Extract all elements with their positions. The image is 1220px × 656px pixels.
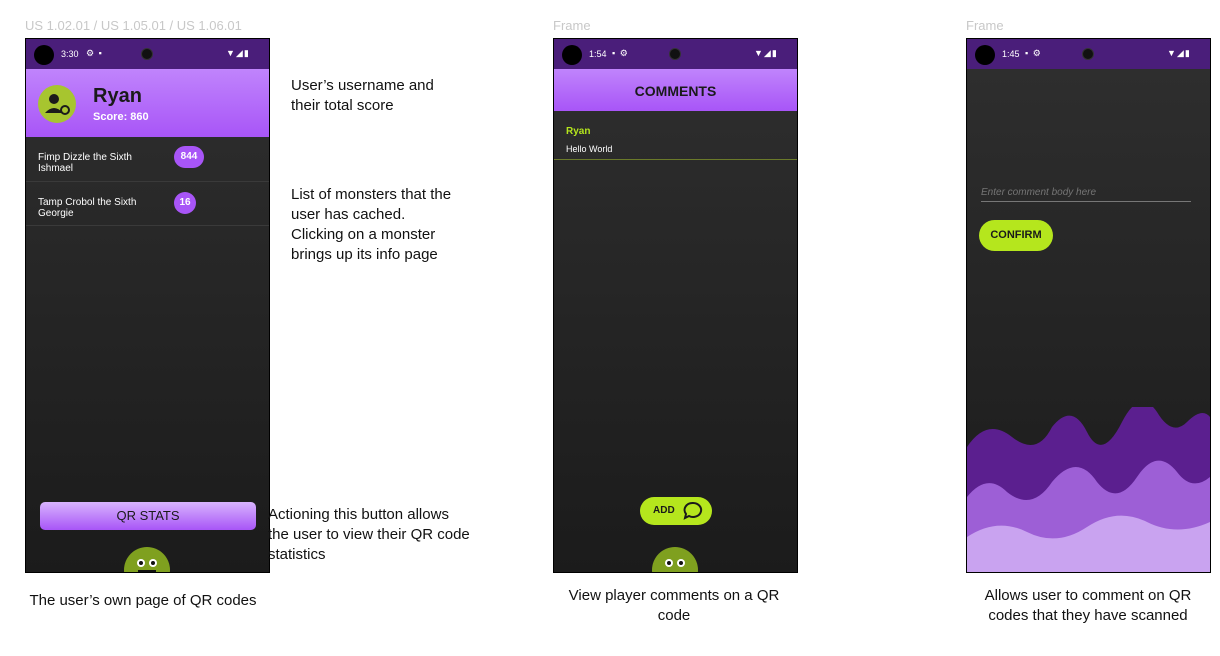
comment-body-input[interactable] bbox=[981, 183, 1191, 202]
annotation-line: user has cached. bbox=[291, 206, 406, 223]
comment-body: Hello World bbox=[566, 144, 613, 154]
status-bar: 3:30 ⚙ ▪ ▼◢▮ bbox=[26, 39, 269, 69]
profile-header: Ryan Score: 860 bbox=[26, 69, 269, 137]
wifi-signal-battery-icon: ▼◢▮ bbox=[226, 48, 250, 58]
monster-score-badge: 16 bbox=[174, 192, 196, 214]
add-label: ADD bbox=[653, 505, 675, 516]
annotation-line: Clicking on a monster bbox=[291, 226, 436, 243]
monster-owner: Georgie bbox=[38, 208, 74, 219]
annotation-line: List of monsters that the bbox=[291, 186, 452, 203]
front-camera bbox=[1082, 48, 1094, 60]
frame-label-1: US 1.02.01 / US 1.05.01 / US 1.06.01 bbox=[25, 18, 242, 33]
camera-cutout bbox=[975, 45, 995, 65]
status-icons-left: ⚙ ▪ bbox=[86, 48, 103, 58]
status-icons-left: ▪ ⚙ bbox=[612, 48, 629, 58]
front-camera bbox=[669, 48, 681, 60]
wifi-signal-battery-icon: ▼◢▮ bbox=[754, 48, 778, 58]
caption-line: Allows user to comment on QR bbox=[984, 587, 1192, 604]
caption-line: code bbox=[657, 607, 691, 624]
annotation-qr-stats: Actioning this button allows the user to… bbox=[268, 505, 470, 565]
status-time: 1:45 bbox=[1002, 49, 1020, 59]
caption-line: View player comments on a QR bbox=[568, 587, 780, 604]
user-settings-icon[interactable] bbox=[38, 85, 76, 123]
comments-screen: 1:54 ▪ ⚙ ▼◢▮ COMMENTS Ryan Hello World A… bbox=[553, 38, 798, 573]
list-item-monster[interactable]: Tamp Crobol the Sixth Georgie 16 bbox=[26, 181, 269, 226]
purple-waves-decoration bbox=[967, 407, 1210, 572]
annotation-line: brings up its info page bbox=[291, 246, 438, 263]
front-camera bbox=[141, 48, 153, 60]
annotation-line: statistics bbox=[268, 546, 326, 563]
caption-comments: View player comments on a QR code bbox=[545, 586, 803, 626]
status-time: 3:30 bbox=[61, 49, 79, 59]
monster-name: Tamp Crobol the Sixth bbox=[38, 197, 137, 208]
annotation-monster-list: List of monsters that the user has cache… bbox=[291, 185, 451, 265]
frame-label-3: Frame bbox=[966, 18, 1004, 33]
status-bar: 1:54 ▪ ⚙ ▼◢▮ bbox=[554, 39, 797, 69]
list-item-monster[interactable]: Fimp Dizzle the Sixth Ishmael 844 bbox=[26, 137, 269, 182]
username: Ryan bbox=[93, 85, 142, 107]
comment-item: Ryan Hello World bbox=[554, 119, 797, 160]
add-comment-screen: 1:45 ▪ ⚙ ▼◢▮ CONFIRM bbox=[966, 38, 1211, 573]
chat-bubble-icon bbox=[683, 501, 703, 520]
wifi-signal-battery-icon: ▼◢▮ bbox=[1167, 48, 1191, 58]
annotation-username: User’s username and their total score bbox=[291, 76, 434, 116]
profile-screen: 3:30 ⚙ ▪ ▼◢▮ Ryan Score: 860 Fimp Dizzle… bbox=[25, 38, 270, 573]
monster-mascot-icon[interactable] bbox=[652, 547, 698, 572]
add-comment-button[interactable]: ADD bbox=[640, 497, 712, 525]
annotation-line: their total score bbox=[291, 97, 394, 114]
monster-score-badge: 844 bbox=[174, 146, 204, 168]
status-bar: 1:45 ▪ ⚙ ▼◢▮ bbox=[967, 39, 1210, 69]
caption-add-comment: Allows user to comment on QR codes that … bbox=[960, 586, 1216, 626]
caption-profile: The user’s own page of QR codes bbox=[29, 592, 257, 609]
frame-label-2: Frame bbox=[553, 18, 591, 33]
status-icons-left: ▪ ⚙ bbox=[1025, 48, 1042, 58]
annotation-line: Actioning this button allows bbox=[268, 506, 449, 523]
camera-cutout bbox=[562, 45, 582, 65]
camera-cutout bbox=[34, 45, 54, 65]
caption-line: codes that they have scanned bbox=[988, 607, 1188, 624]
page-title: COMMENTS bbox=[634, 83, 717, 99]
total-score: Score: 860 bbox=[93, 111, 149, 123]
annotation-line: the user to view their QR code bbox=[268, 526, 470, 543]
confirm-button[interactable]: CONFIRM bbox=[979, 220, 1053, 251]
monster-name: Fimp Dizzle the Sixth bbox=[38, 152, 132, 163]
comments-header: COMMENTS bbox=[554, 69, 797, 111]
monster-mascot-icon[interactable] bbox=[124, 547, 170, 572]
monster-owner: Ishmael bbox=[38, 163, 74, 174]
comment-author: Ryan bbox=[566, 126, 591, 137]
annotation-line: User’s username and bbox=[291, 77, 434, 94]
qr-stats-button[interactable]: QR STATS bbox=[40, 502, 256, 530]
status-time: 1:54 bbox=[589, 49, 607, 59]
